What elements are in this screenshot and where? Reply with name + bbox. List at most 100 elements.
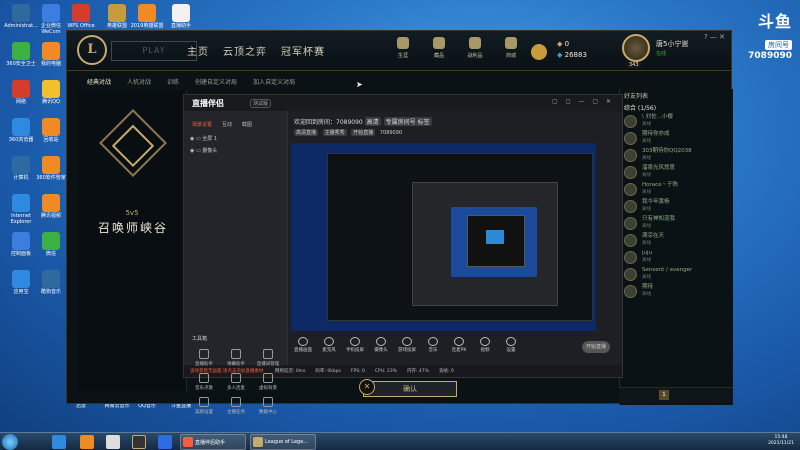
currency-area[interactable]	[531, 41, 547, 60]
tab-join-custom[interactable]: 加入自定义对局	[253, 77, 295, 86]
badge-start[interactable]: 开始直播	[351, 129, 376, 136]
desktop-icon[interactable]: 2019英雄联盟	[130, 4, 164, 29]
taskbar-window-stream[interactable]: 直播伴侣助手	[180, 434, 246, 450]
friend-item[interactable]: 我今年黄杨 离线	[620, 198, 733, 215]
avatar[interactable]	[622, 34, 650, 62]
stream-window-controls[interactable]: ▢ ◻ — ▢ ✕	[552, 98, 614, 105]
tab-screenshot[interactable]: 截图	[242, 121, 252, 128]
confirm-button[interactable]: 确认	[363, 381, 457, 397]
friend-item[interactable]: 303期待你QQ2038 离线	[620, 147, 733, 164]
stream-control[interactable]: 连麦PK	[446, 337, 472, 353]
browser-taskbar-icon[interactable]	[80, 435, 94, 449]
tab-interact[interactable]: 互动	[222, 121, 232, 128]
scene-item[interactable]: ◉ ▭ 摄像头	[190, 147, 217, 154]
desktop-icon[interactable]: 酷狗音乐	[34, 270, 68, 295]
tool-button[interactable]: 直播助手	[192, 349, 216, 367]
tab-classic[interactable]: 经典对战	[87, 77, 111, 86]
desktop-icon[interactable]: 360软件管家	[34, 156, 68, 181]
scene-item[interactable]: ◉ ▭ 全屏 1	[190, 135, 217, 142]
friend-item[interactable]: 期待 离线	[620, 283, 733, 300]
start-button[interactable]	[2, 434, 18, 450]
friends-group[interactable]: 综合 (1/56)	[620, 101, 733, 113]
nav-clash[interactable]: 冠军杯赛	[281, 43, 325, 58]
stream-control[interactable]: 音乐	[420, 337, 446, 353]
desktop-icon[interactable]: 我的电脑	[34, 42, 68, 67]
game-taskbar-icon[interactable]	[132, 435, 146, 449]
tool-button[interactable]: 美颜设置	[192, 397, 216, 415]
desktop-icon[interactable]: 360浏览器	[4, 118, 38, 143]
tool-button[interactable]: 数据中心	[256, 397, 280, 415]
desktop-icon[interactable]: WPS Office	[64, 4, 98, 29]
clock[interactable]: 15:48 2021/11/21	[768, 435, 794, 447]
tool-button[interactable]: 虚拟背景	[256, 373, 280, 391]
nav-loot[interactable]: 战利品	[457, 37, 493, 59]
tab-create-custom[interactable]: 创建自定义对局	[195, 77, 237, 86]
tag-badge[interactable]: 专属房间号 标签	[383, 117, 432, 126]
tool-button[interactable]: 直播间管理	[256, 349, 280, 367]
close-icon[interactable]: ✕	[359, 379, 375, 395]
friend-status: 离线	[642, 190, 651, 195]
desktop-icon[interactable]: 腾讯QQ	[34, 80, 68, 105]
friend-item[interactable]: 期待你亦成 离线	[620, 130, 733, 147]
desktop-icon[interactable]: 应用宝	[4, 270, 38, 295]
ie-taskbar-icon[interactable]	[52, 435, 66, 449]
desktop-icon[interactable]: 直播助手	[164, 4, 198, 29]
friend-item[interactable]: Sensent / avenger 离线	[620, 266, 733, 283]
desktop-icon[interactable]: Internet Explorer	[4, 194, 38, 225]
friend-item[interactable]: \ 刘佐...小樱 离线	[620, 113, 733, 130]
tool-button[interactable]: 弹幕助手	[224, 349, 248, 367]
stream-control[interactable]: 直播画面	[290, 337, 316, 353]
friend-item[interactable]: 满凉在天 离线	[620, 232, 733, 249]
tool-button[interactable]: 主播任务	[224, 397, 248, 415]
friend-item[interactable]: Horace丶于陈 离线	[620, 181, 733, 198]
friend-item[interactable]: 只有神知道我 离线	[620, 215, 733, 232]
stream-control[interactable]: 手机投屏	[342, 337, 368, 353]
rp-value: 26883	[564, 51, 587, 59]
play-button[interactable]: PLAY	[111, 41, 197, 61]
desktop-icon[interactable]: 回收站	[34, 118, 68, 143]
qq-taskbar-icon[interactable]	[158, 435, 172, 449]
hd-badge[interactable]: 高清	[364, 117, 381, 126]
desktop-icon[interactable]: 计算机	[4, 156, 38, 181]
stream-control[interactable]: 游戏投屏	[394, 337, 420, 353]
stream-control[interactable]: 设置	[498, 337, 524, 353]
tab-scene[interactable]: 场景设置	[192, 121, 212, 128]
desktop-icon[interactable]: 网络	[4, 80, 38, 105]
nav-home[interactable]: 主页	[187, 43, 209, 58]
taskbar-window-lol[interactable]: League of Lege...	[250, 434, 316, 450]
league-logo-icon[interactable]: L	[77, 35, 107, 65]
window-controls[interactable]: ? — ✕	[704, 33, 725, 41]
nav-profile[interactable]: 生涯	[385, 37, 421, 59]
tab-coop[interactable]: 人机对战	[127, 77, 151, 86]
desktop-icon[interactable]: 英雄联盟	[100, 4, 134, 29]
start-live-button[interactable]: 开始直播	[582, 341, 610, 353]
nav-tft[interactable]: 云顶之弈	[223, 43, 267, 58]
stream-control[interactable]: 摄像头	[368, 337, 394, 353]
explorer-taskbar-icon[interactable]	[106, 435, 120, 449]
online-status[interactable]: 在线	[656, 50, 666, 57]
desktop-icon[interactable]: 企业微信 WeCom	[34, 4, 68, 35]
notification-count[interactable]: 1	[659, 390, 669, 400]
friend-item[interactable]: juju 离线	[620, 249, 733, 266]
app-icon	[42, 4, 60, 22]
badge-hd[interactable]: 高清直播	[294, 129, 319, 136]
desktop-icon[interactable]: 腾讯视频	[34, 194, 68, 219]
tool-button[interactable]: 音乐点歌	[192, 373, 216, 391]
badge-show[interactable]: 主播秀秀	[322, 129, 347, 136]
desktop-icon[interactable]: Administrat...	[4, 4, 38, 29]
desktop-icon-label: 控制面板	[10, 251, 31, 257]
desktop-icon[interactable]: 360安全卫士	[4, 42, 38, 67]
client-topbar: L PLAY 主页 云顶之弈 冠军杯赛 生涯 藏品 战利品 商城 ◆ 0 ◆ 2…	[67, 31, 731, 71]
tool-button[interactable]: 多人连麦	[224, 373, 248, 391]
tab-training[interactable]: 训练	[167, 77, 179, 86]
stream-control[interactable]: 麦克风	[316, 337, 342, 353]
desktop-icon-label: 英雄联盟	[106, 23, 127, 29]
room-id: 7089090	[379, 130, 403, 136]
desktop-icon[interactable]: 微信	[34, 232, 68, 257]
desktop-icon[interactable]: 控制面板	[4, 232, 38, 257]
stream-preview[interactable]	[291, 143, 596, 331]
nav-store[interactable]: 商城	[493, 37, 529, 59]
nav-collection[interactable]: 藏品	[421, 37, 457, 59]
stream-control[interactable]: 视频	[472, 337, 498, 353]
friend-item[interactable]: 溜梁光风悠意 离线	[620, 164, 733, 181]
